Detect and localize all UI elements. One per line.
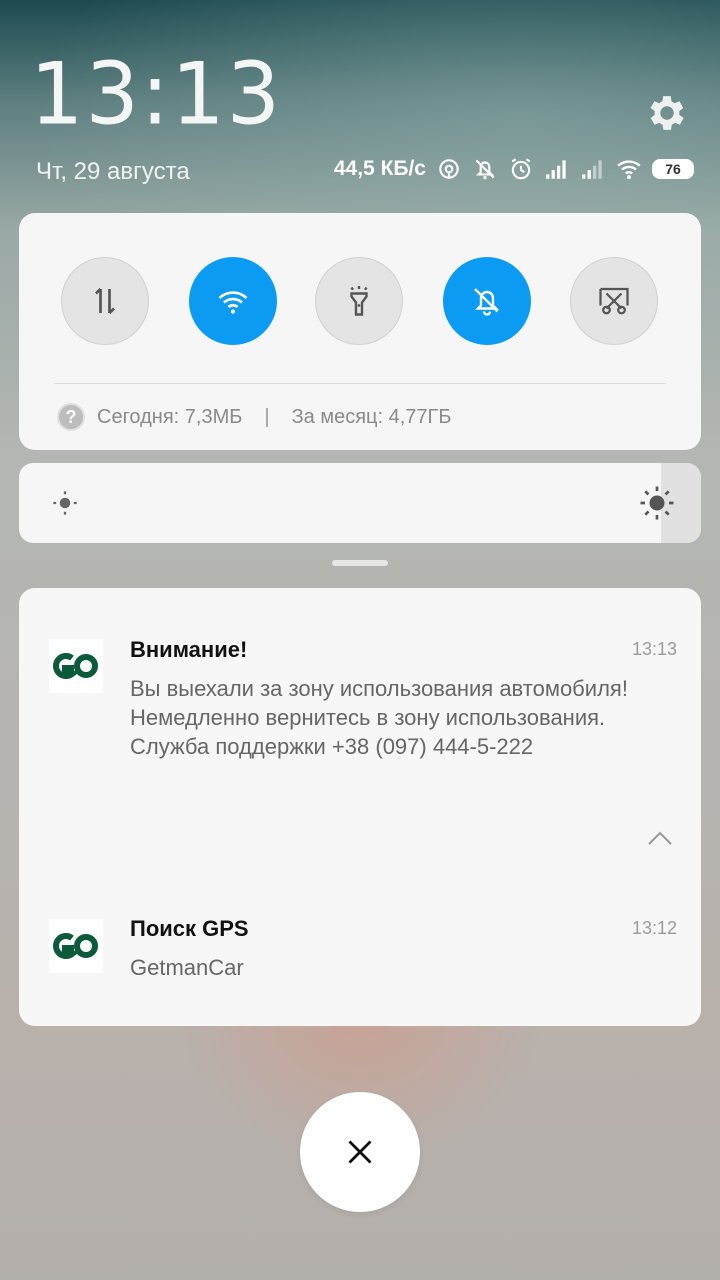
app-logo-icon [49, 639, 103, 693]
status-bar: 44,5 КБ/с 76 [334, 156, 694, 182]
usage-today: Сегодня: 7,3МБ [97, 405, 243, 428]
brightness-slider[interactable] [19, 463, 701, 543]
app-logo-icon [49, 919, 103, 973]
wifi-toggle[interactable] [189, 257, 277, 345]
screenshot-toggle[interactable] [570, 257, 658, 345]
clock: 13:13 [30, 44, 283, 144]
chevron-up-icon[interactable] [647, 830, 673, 846]
wifi-icon [218, 291, 248, 314]
network-speed: 44,5 КБ/с [333, 157, 426, 180]
quick-settings-panel: ? Сегодня: 7,3МБ | За месяц: 4,77ГБ [19, 213, 701, 450]
mobile-data-toggle[interactable] [61, 257, 149, 345]
data-usage-row[interactable]: ? Сегодня: 7,3МБ | За месяц: 4,77ГБ [57, 403, 451, 431]
notification-title[interactable]: Поиск GPS [130, 916, 249, 942]
silent-mode-toggle[interactable] [443, 257, 531, 345]
usage-separator: | [264, 405, 270, 428]
drag-handle[interactable] [332, 560, 388, 566]
divider [54, 383, 666, 384]
bell-off-icon [474, 288, 499, 316]
notification-body[interactable]: GetmanCar [130, 953, 640, 982]
usage-month: За месяц: 4,77ГБ [291, 405, 452, 428]
notification-title[interactable]: Внимание! [130, 637, 247, 663]
notification-group: Внимание! 13:13 Вы выехали за зону испол… [19, 588, 701, 1026]
brightness-low-icon [53, 491, 77, 515]
alarm-icon [511, 158, 531, 180]
wifi-icon [617, 160, 641, 180]
notification-time: 13:12 [631, 918, 677, 938]
clear-all-button[interactable] [300, 1092, 420, 1212]
flashlight-toggle[interactable] [315, 257, 403, 345]
close-icon [348, 1140, 372, 1164]
flashlight-icon [350, 286, 368, 316]
brightness-high-icon [640, 486, 674, 520]
battery-indicator: 76 [652, 159, 694, 179]
scissors-icon [599, 287, 629, 315]
data-transfer-icon [95, 288, 115, 314]
help-icon: ? [57, 403, 85, 431]
notification-time: 13:13 [631, 639, 677, 659]
do-not-disturb-icon [475, 159, 495, 180]
gear-icon[interactable] [644, 90, 690, 136]
notification-body[interactable]: Вы выехали за зону использования автомоб… [130, 674, 640, 761]
date-label: Чт, 29 августа [36, 158, 190, 185]
signal-icon [546, 160, 566, 179]
hotspot-icon [439, 159, 459, 179]
signal-icon [582, 160, 602, 179]
